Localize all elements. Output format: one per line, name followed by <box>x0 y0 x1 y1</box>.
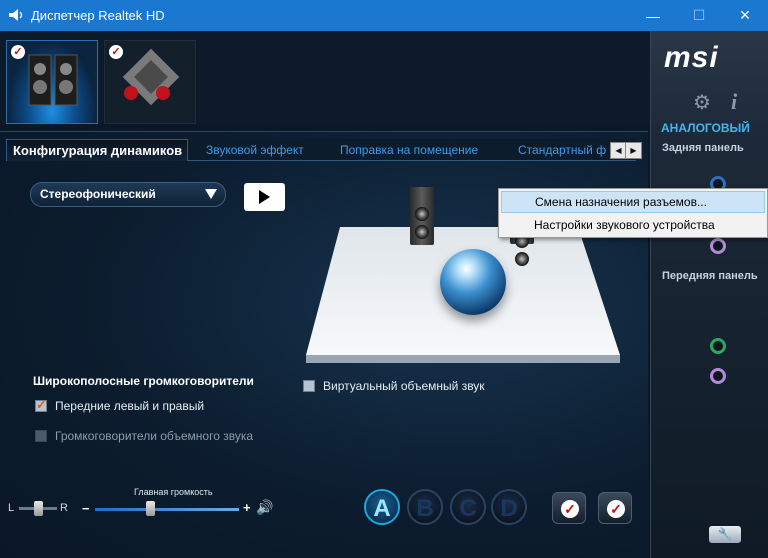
close-button[interactable]: ✕ <box>722 0 768 31</box>
rear-pink-jack-icon[interactable] <box>710 238 726 254</box>
dropdown-arrow-icon <box>205 189 217 199</box>
speaker-app-icon <box>9 9 23 21</box>
profile-b-button[interactable]: B <box>407 489 443 525</box>
play-test-button[interactable] <box>244 183 285 211</box>
speaker-config-dropdown[interactable]: Стереофонический <box>30 182 226 207</box>
front-fullrange-label: Передние левый и правый <box>55 399 205 413</box>
volume-slider-track[interactable] <box>95 508 239 511</box>
reset-button[interactable]: ✓ <box>598 492 632 524</box>
context-menu-item-reassign[interactable]: Смена назначения разъемов... <box>501 191 765 213</box>
virtual-surround-label: Виртуальный объемный звук <box>323 379 485 393</box>
tab-room-correction[interactable]: Поправка на помещение <box>340 139 478 161</box>
volume-minus-icon: − <box>82 501 90 516</box>
tab-bar: Конфигурация динамиков Звуковой эффект П… <box>6 139 642 161</box>
balance-right-label: R <box>60 502 68 514</box>
check-icon: ✓ <box>561 500 579 518</box>
tab-scroll-right-icon[interactable]: ▶ <box>625 142 642 159</box>
profile-a-button[interactable]: A <box>364 489 400 525</box>
tab-speaker-config[interactable]: Конфигурация динамиков <box>6 139 188 161</box>
virtual-surround-option[interactable]: Виртуальный объемный звук <box>303 379 485 393</box>
profile-d-button[interactable]: D <box>491 489 527 525</box>
front-fullrange-checkbox[interactable] <box>35 397 47 413</box>
play-icon <box>259 190 270 204</box>
speakers-device-tile[interactable]: ✓ <box>6 40 98 124</box>
front-fullrange-option[interactable]: Передние левый и правый <box>35 397 205 413</box>
context-menu: Смена назначения разъемов... Настройки з… <box>498 188 768 238</box>
volume-plus-icon: + <box>243 500 251 515</box>
front-pink-jack-icon[interactable] <box>710 368 726 384</box>
chip-icon <box>122 48 180 106</box>
tab-default-format[interactable]: Стандартный ф <box>518 139 606 161</box>
main-area: ✓ ✓ Конфигурация динамиков Звуковой эффе… <box>0 31 768 558</box>
balance-left-label: L <box>8 502 15 514</box>
speakers-icon <box>28 54 78 106</box>
apply-button[interactable]: ✓ <box>552 492 586 524</box>
analog-heading: АНАЛОГОВЫЙ <box>661 121 750 135</box>
master-volume-label: Главная громкость <box>134 487 213 497</box>
profile-c-button[interactable]: C <box>450 489 486 525</box>
balance-slider-knob[interactable] <box>34 501 43 516</box>
minimize-button[interactable]: — <box>630 0 676 31</box>
check-icon: ✓ <box>607 500 625 518</box>
title-bar: Диспетчер Realtek HD — ☐ ✕ <box>0 0 768 31</box>
device-strip: ✓ ✓ <box>0 31 650 124</box>
surround-fullrange-label: Громкоговорители объемного звука <box>55 429 254 443</box>
surround-fullrange-checkbox <box>35 430 47 442</box>
tab-sound-effect[interactable]: Звуковой эффект <box>206 139 304 161</box>
gear-icon[interactable]: ⚙ <box>693 90 711 115</box>
connector-panel: msi ⚙ i АНАЛОГОВЫЙ Задняя панель Передня… <box>650 31 768 558</box>
listener-sphere-icon <box>440 249 506 315</box>
window-title: Диспетчер Realtek HD <box>31 8 165 23</box>
mute-speaker-icon[interactable]: 🔊 <box>256 499 273 516</box>
wrench-icon[interactable]: 🔧 <box>709 526 741 543</box>
fullrange-heading: Широкополосные громкоговорители <box>33 374 254 388</box>
front-left-speaker-icon[interactable] <box>410 187 434 245</box>
msi-logo: msi <box>664 41 719 74</box>
virtual-surround-checkbox[interactable] <box>303 380 315 392</box>
maximize-button[interactable]: ☐ <box>676 0 722 31</box>
digital-output-device-tile[interactable]: ✓ <box>104 40 196 124</box>
front-panel-label: Передняя панель <box>662 270 758 282</box>
volume-slider-knob[interactable] <box>145 501 155 516</box>
surround-fullrange-option: Громкоговорители объемного звука <box>35 429 253 443</box>
front-green-jack-icon[interactable] <box>710 338 726 354</box>
speaker-config-value: Стереофонический <box>40 187 156 201</box>
rear-panel-label: Задняя панель <box>662 142 744 154</box>
context-menu-item-device-settings[interactable]: Настройки звукового устройства <box>501 214 765 236</box>
info-icon[interactable]: i <box>731 89 737 115</box>
